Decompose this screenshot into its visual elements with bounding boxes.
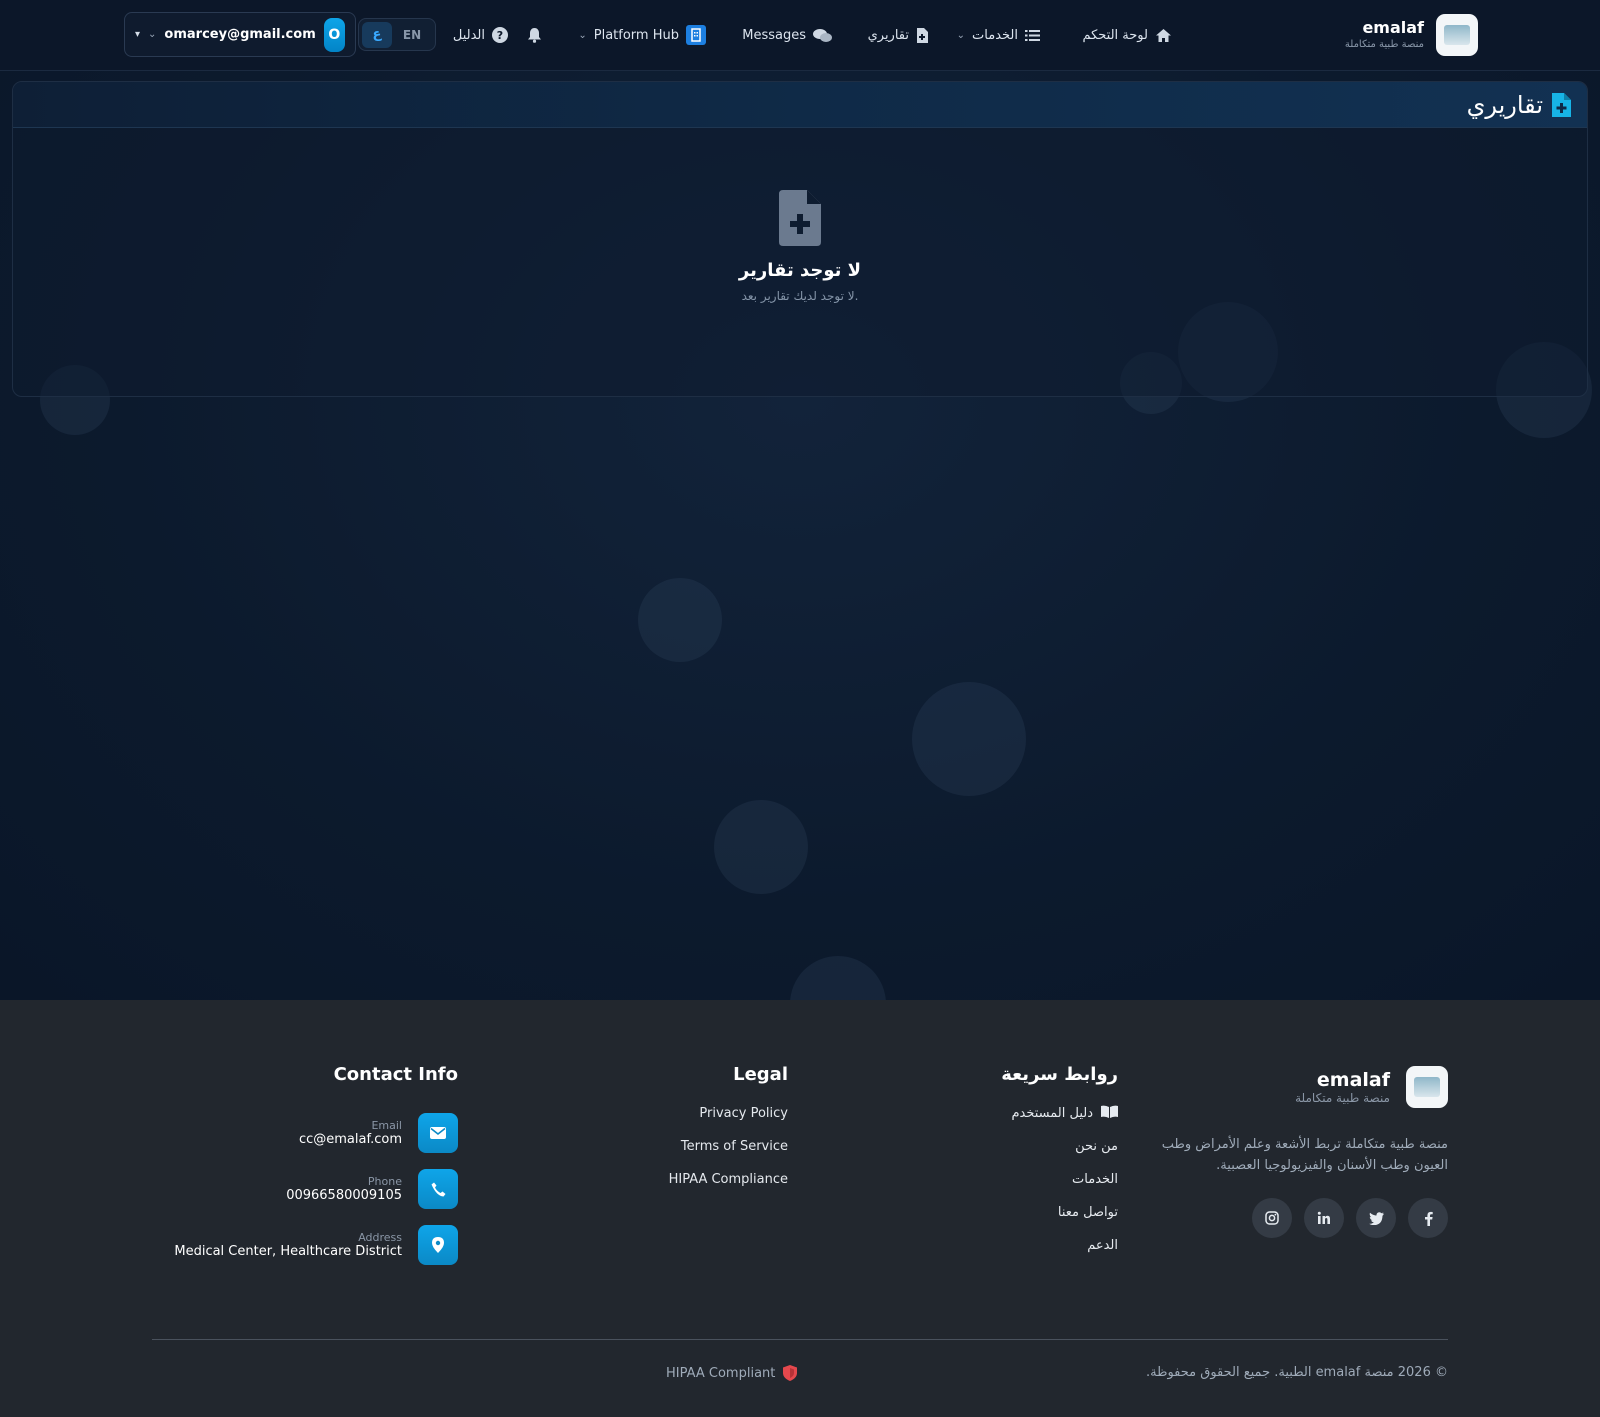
footer-brand-name: emalaf — [1316, 1069, 1390, 1091]
nav-platform-hub-label: Platform Hub — [593, 27, 679, 43]
comments-icon — [813, 28, 832, 42]
language-arabic[interactable]: ع — [362, 21, 392, 48]
instagram-icon[interactable] — [1252, 1198, 1292, 1238]
brand-name: emalaf — [1362, 18, 1424, 37]
reports-title: تقاريري — [1466, 90, 1543, 119]
twitter-icon[interactable] — [1356, 1198, 1396, 1238]
footer-link-label: الخدمات — [1072, 1172, 1118, 1187]
footer-link-label: HIPAA Compliance — [668, 1172, 788, 1187]
notifications-button[interactable] — [527, 24, 542, 46]
footer: emalaf منصة طبية متكاملة منصة طبية متكام… — [0, 1000, 1600, 1417]
footer-link-terms[interactable]: Terms of Service — [588, 1138, 788, 1171]
nav-guide[interactable]: الدليل ? — [453, 24, 508, 46]
contact-email[interactable]: Email cc@emalaf.com — [138, 1105, 458, 1161]
reports-card: تقاريري لا توجد تقارير لا توجد لديك تقار… — [12, 81, 1588, 397]
user-email: omarcey@gmail.com — [164, 27, 316, 42]
empty-state: لا توجد تقارير لا توجد لديك تقارير بعد. — [13, 190, 1587, 303]
footer-link-support[interactable]: الدعم — [918, 1237, 1118, 1270]
contact-column: Contact Info Email cc@emalaf.com Phone 0… — [138, 1064, 458, 1273]
footer-link-contact[interactable]: تواصل معنا — [918, 1204, 1118, 1237]
footer-link-label: دليل المستخدم — [1011, 1106, 1093, 1121]
footer-link-services[interactable]: الخدمات — [918, 1171, 1118, 1204]
chevron-down-icon: ⌄ — [148, 29, 157, 40]
contact-address-label: Address — [358, 1231, 402, 1244]
footer-link-privacy[interactable]: Privacy Policy — [588, 1105, 788, 1138]
footer-link-user-guide[interactable]: دليل المستخدم — [918, 1105, 1118, 1138]
contact-email-label: Email — [371, 1119, 402, 1132]
contact-phone[interactable]: Phone 00966580009105 — [138, 1161, 458, 1217]
caret-down-icon: ▾ — [135, 29, 141, 40]
contact-title: Contact Info — [333, 1064, 458, 1085]
empty-state-title: لا توجد تقارير — [738, 260, 862, 281]
footer-divider — [152, 1339, 1448, 1340]
contact-address[interactable]: Address Medical Center, Healthcare Distr… — [138, 1217, 458, 1273]
file-medical-icon — [1552, 92, 1571, 117]
file-medical-icon — [917, 27, 928, 43]
quick-links-column: روابط سريعة دليل المستخدم من نحن الخدمات… — [918, 1064, 1118, 1270]
reports-card-header: تقاريري — [13, 82, 1587, 128]
empty-state-subtitle: لا توجد لديك تقارير بعد. — [741, 289, 859, 303]
footer-link-label: Terms of Service — [680, 1139, 788, 1154]
footer-description: منصة طبية متكاملة تربط الأشعة وعلم الأمر… — [1161, 1137, 1448, 1173]
list-icon — [1025, 29, 1040, 41]
footer-link-hipaa[interactable]: HIPAA Compliance — [588, 1171, 788, 1204]
nav-services[interactable]: ⌄ الخدمات — [957, 24, 1040, 46]
brand-subtitle: منصة طبية متكاملة — [1344, 39, 1424, 50]
nav-reports[interactable]: تقاريري — [868, 24, 928, 46]
legal-title: Legal — [733, 1064, 788, 1085]
language-english[interactable]: EN — [392, 28, 432, 42]
question-circle-icon: ? — [492, 27, 508, 43]
linkedin-icon[interactable] — [1304, 1198, 1344, 1238]
nav-reports-label: تقاريري — [867, 27, 909, 43]
footer-link-about[interactable]: من نحن — [918, 1138, 1118, 1171]
nav-messages-label: Messages — [742, 27, 806, 43]
footer-brand: emalaf منصة طبية متكاملة منصة طبية متكام… — [1138, 1066, 1448, 1238]
footer-logo — [1406, 1066, 1448, 1108]
footer-brand-subtitle: منصة طبية متكاملة — [1295, 1091, 1390, 1105]
language-toggle[interactable]: ع EN — [358, 18, 436, 51]
nav-guide-label: الدليل — [452, 27, 485, 43]
nav-dashboard[interactable]: لوحة التحكم — [1082, 24, 1172, 46]
book-icon — [1101, 1105, 1118, 1118]
quick-links-title: روابط سريعة — [1001, 1064, 1118, 1085]
user-menu[interactable]: ▾ ⌄ omarcey@gmail.com O — [124, 12, 356, 57]
contact-phone-label: Phone — [367, 1175, 402, 1188]
footer-link-label: Privacy Policy — [699, 1106, 788, 1121]
top-navbar: emalaf منصة طبية متكاملة لوحة التحكم ⌄ ا… — [0, 0, 1600, 71]
legal-column: Legal Privacy Policy Terms of Service HI… — [588, 1064, 788, 1204]
user-avatar: O — [323, 17, 345, 52]
nav-dashboard-label: لوحة التحكم — [1082, 27, 1148, 43]
footer-link-label: تواصل معنا — [1057, 1205, 1118, 1220]
nav-services-label: الخدمات — [972, 27, 1018, 43]
contact-phone-value: 00966580009105 — [286, 1188, 402, 1203]
map-pin-icon — [418, 1225, 458, 1265]
envelope-icon — [418, 1113, 458, 1153]
nav-platform-hub[interactable]: ⌄ Platform Hub — [578, 24, 706, 46]
brand[interactable]: emalaf منصة طبية متكاملة — [1345, 14, 1478, 56]
brand-logo — [1436, 14, 1478, 56]
phone-icon — [418, 1169, 458, 1209]
bell-icon — [528, 28, 541, 43]
contact-email-value: cc@emalaf.com — [298, 1132, 402, 1147]
hipaa-badge: HIPAA Compliant — [666, 1365, 798, 1381]
shield-icon — [783, 1365, 798, 1381]
chevron-down-icon: ⌄ — [956, 29, 966, 41]
chevron-down-icon: ⌄ — [578, 29, 587, 41]
facebook-icon[interactable] — [1408, 1198, 1448, 1238]
footer-link-label: الدعم — [1087, 1238, 1118, 1253]
svg-text:?: ? — [497, 29, 503, 42]
nav-messages[interactable]: Messages — [742, 24, 832, 46]
file-medical-icon — [779, 190, 821, 246]
copyright: © 2026 منصة emalaf الطبية. جميع الحقوق م… — [1146, 1365, 1448, 1380]
contact-address-value: Medical Center, Healthcare District — [174, 1244, 402, 1259]
building-icon — [686, 25, 706, 45]
footer-link-label: من نحن — [1075, 1139, 1118, 1154]
social-links — [1138, 1198, 1448, 1238]
home-icon — [1156, 28, 1171, 42]
hipaa-badge-label: HIPAA Compliant — [666, 1365, 776, 1381]
